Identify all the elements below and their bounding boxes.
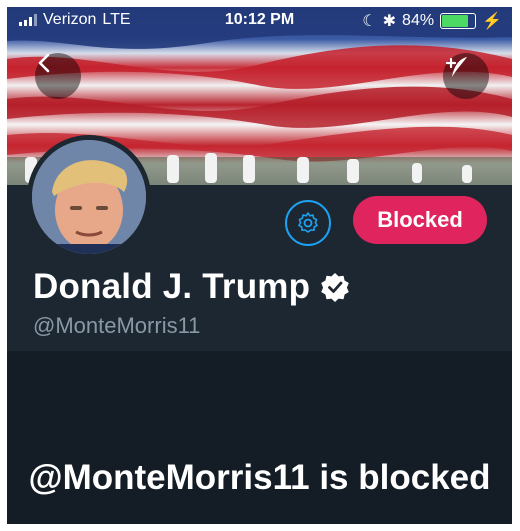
blocked-button[interactable]: Blocked bbox=[353, 196, 487, 244]
chevron-left-icon bbox=[38, 53, 50, 73]
compose-quill-icon bbox=[445, 57, 467, 77]
name-row: Donald J. Trump bbox=[33, 267, 350, 307]
charging-icon: ⚡ bbox=[482, 13, 502, 30]
blocked-message: @MonteMorris11 is blocked bbox=[28, 458, 491, 497]
battery-percent: 84% bbox=[402, 12, 435, 29]
gear-icon bbox=[298, 212, 318, 233]
moon-icon: ☾ bbox=[362, 13, 377, 30]
back-button[interactable] bbox=[35, 53, 81, 99]
user-handle: @MonteMorris11 bbox=[33, 313, 201, 338]
verified-badge-icon bbox=[321, 273, 350, 302]
status-right: ☾ ✱ 84% ⚡ bbox=[362, 11, 502, 31]
bluetooth-icon: ✱ bbox=[382, 13, 397, 30]
status-bar: Verizon LTE 10:12 PM ☾ ✱ 84% ⚡ bbox=[7, 7, 512, 37]
display-name: Donald J. Trump bbox=[33, 267, 311, 306]
profile-photo bbox=[32, 140, 146, 254]
app-window: Verizon LTE 10:12 PM ☾ ✱ 84% ⚡ Blocked D… bbox=[7, 7, 512, 524]
profile-settings-button[interactable] bbox=[285, 200, 331, 246]
battery-icon bbox=[440, 13, 477, 29]
avatar[interactable] bbox=[27, 135, 151, 259]
compose-tweet-button[interactable] bbox=[443, 53, 489, 99]
